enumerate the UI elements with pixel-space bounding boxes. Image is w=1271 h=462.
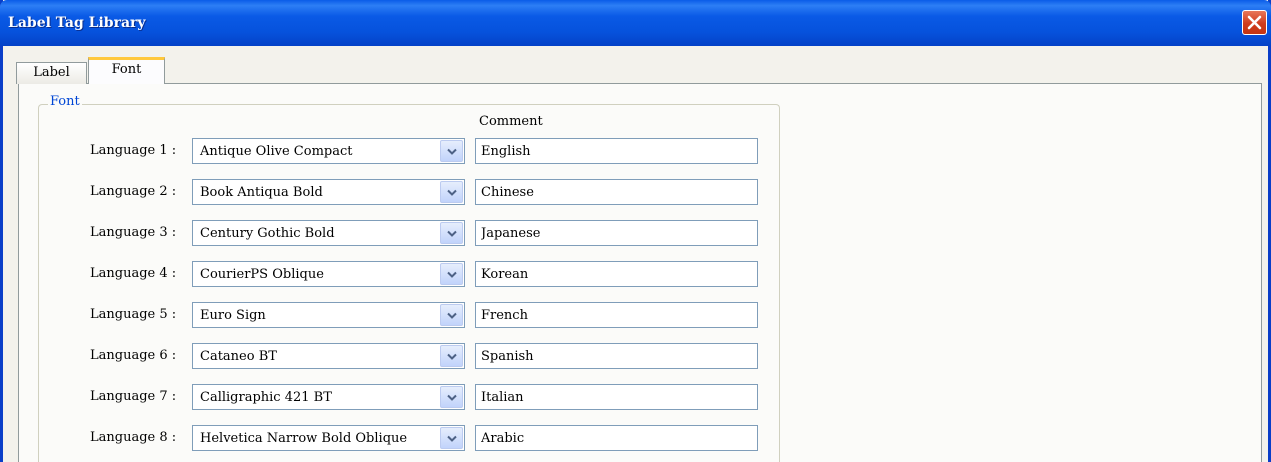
font-select-value: Century Gothic Bold xyxy=(200,226,335,241)
language-label: Language 5 : xyxy=(90,307,177,322)
chevron-down-icon xyxy=(447,394,457,401)
comment-field-3[interactable] xyxy=(475,220,758,246)
dropdown-button[interactable] xyxy=(440,263,463,285)
language-row-2: Language 2 : Book Antiqua Bold xyxy=(0,179,800,205)
window-title: Label Tag Library xyxy=(8,15,146,31)
language-row-8: Language 8 : Helvetica Narrow Bold Obliqu… xyxy=(0,425,800,451)
font-select-1[interactable]: Antique Olive Compact xyxy=(192,138,465,164)
font-select-6[interactable]: Cataneo BT xyxy=(192,343,465,369)
font-select-7[interactable]: Calligraphic 421 BT xyxy=(192,384,465,410)
language-label: Language 7 : xyxy=(90,389,177,404)
comment-field-5[interactable] xyxy=(475,302,758,328)
title-bar[interactable]: Label Tag Library xyxy=(0,0,1271,46)
font-select-3[interactable]: Century Gothic Bold xyxy=(192,220,465,246)
language-label: Language 3 : xyxy=(90,225,177,240)
font-select-value: Calligraphic 421 BT xyxy=(200,390,332,405)
chevron-down-icon xyxy=(447,353,457,360)
font-select-value: Cataneo BT xyxy=(200,349,277,364)
language-row-6: Language 6 : Cataneo BT xyxy=(0,343,800,369)
chevron-down-icon xyxy=(447,435,457,442)
dropdown-button[interactable] xyxy=(440,140,463,162)
dropdown-button[interactable] xyxy=(440,427,463,449)
dropdown-button[interactable] xyxy=(440,304,463,326)
font-select-value: Antique Olive Compact xyxy=(200,144,353,159)
chevron-down-icon xyxy=(447,230,457,237)
close-button[interactable] xyxy=(1242,10,1267,35)
dropdown-button[interactable] xyxy=(440,222,463,244)
language-label: Language 8 : xyxy=(90,430,177,445)
language-label: Language 2 : xyxy=(90,184,177,199)
language-row-3: Language 3 : Century Gothic Bold xyxy=(0,220,800,246)
font-select-4[interactable]: CourierPS Oblique xyxy=(192,261,465,287)
comment-field-7[interactable] xyxy=(475,384,758,410)
font-select-value: Book Antiqua Bold xyxy=(200,185,323,200)
font-select-8[interactable]: Helvetica Narrow Bold Oblique xyxy=(192,425,465,451)
close-icon xyxy=(1247,15,1262,30)
chevron-down-icon xyxy=(447,148,457,155)
font-select-5[interactable]: Euro Sign xyxy=(192,302,465,328)
language-label: Language 6 : xyxy=(90,348,177,363)
comment-column-header: Comment xyxy=(479,114,543,129)
tab-font[interactable]: Font xyxy=(88,57,165,84)
tab-label[interactable]: Label xyxy=(16,62,87,84)
font-select-value: Helvetica Narrow Bold Oblique xyxy=(200,431,408,446)
comment-field-1[interactable] xyxy=(475,138,758,164)
language-label: Language 1 : xyxy=(90,143,177,158)
dropdown-button[interactable] xyxy=(440,386,463,408)
comment-field-8[interactable] xyxy=(475,425,758,451)
font-select-value: CourierPS Oblique xyxy=(200,267,324,282)
language-row-1: Language 1 : Antique Olive Compact xyxy=(0,138,800,164)
language-row-7: Language 7 : Calligraphic 421 BT xyxy=(0,384,800,410)
chevron-down-icon xyxy=(447,271,457,278)
chevron-down-icon xyxy=(447,312,457,319)
dropdown-button[interactable] xyxy=(440,181,463,203)
font-group-legend: Font xyxy=(48,94,82,109)
comment-field-6[interactable] xyxy=(475,343,758,369)
language-row-5: Language 5 : Euro Sign xyxy=(0,302,800,328)
font-select-value: Euro Sign xyxy=(200,308,266,323)
chevron-down-icon xyxy=(447,189,457,196)
tab-label-text: Label xyxy=(33,65,70,80)
language-row-4: Language 4 : CourierPS Oblique xyxy=(0,261,800,287)
dropdown-button[interactable] xyxy=(440,345,463,367)
comment-field-2[interactable] xyxy=(475,179,758,205)
language-label: Language 4 : xyxy=(90,266,177,281)
font-select-2[interactable]: Book Antiqua Bold xyxy=(192,179,465,205)
dialog-window: Label Tag Library Label Font Font Commen… xyxy=(0,0,1271,462)
comment-field-4[interactable] xyxy=(475,261,758,287)
tab-font-text: Font xyxy=(111,62,142,77)
